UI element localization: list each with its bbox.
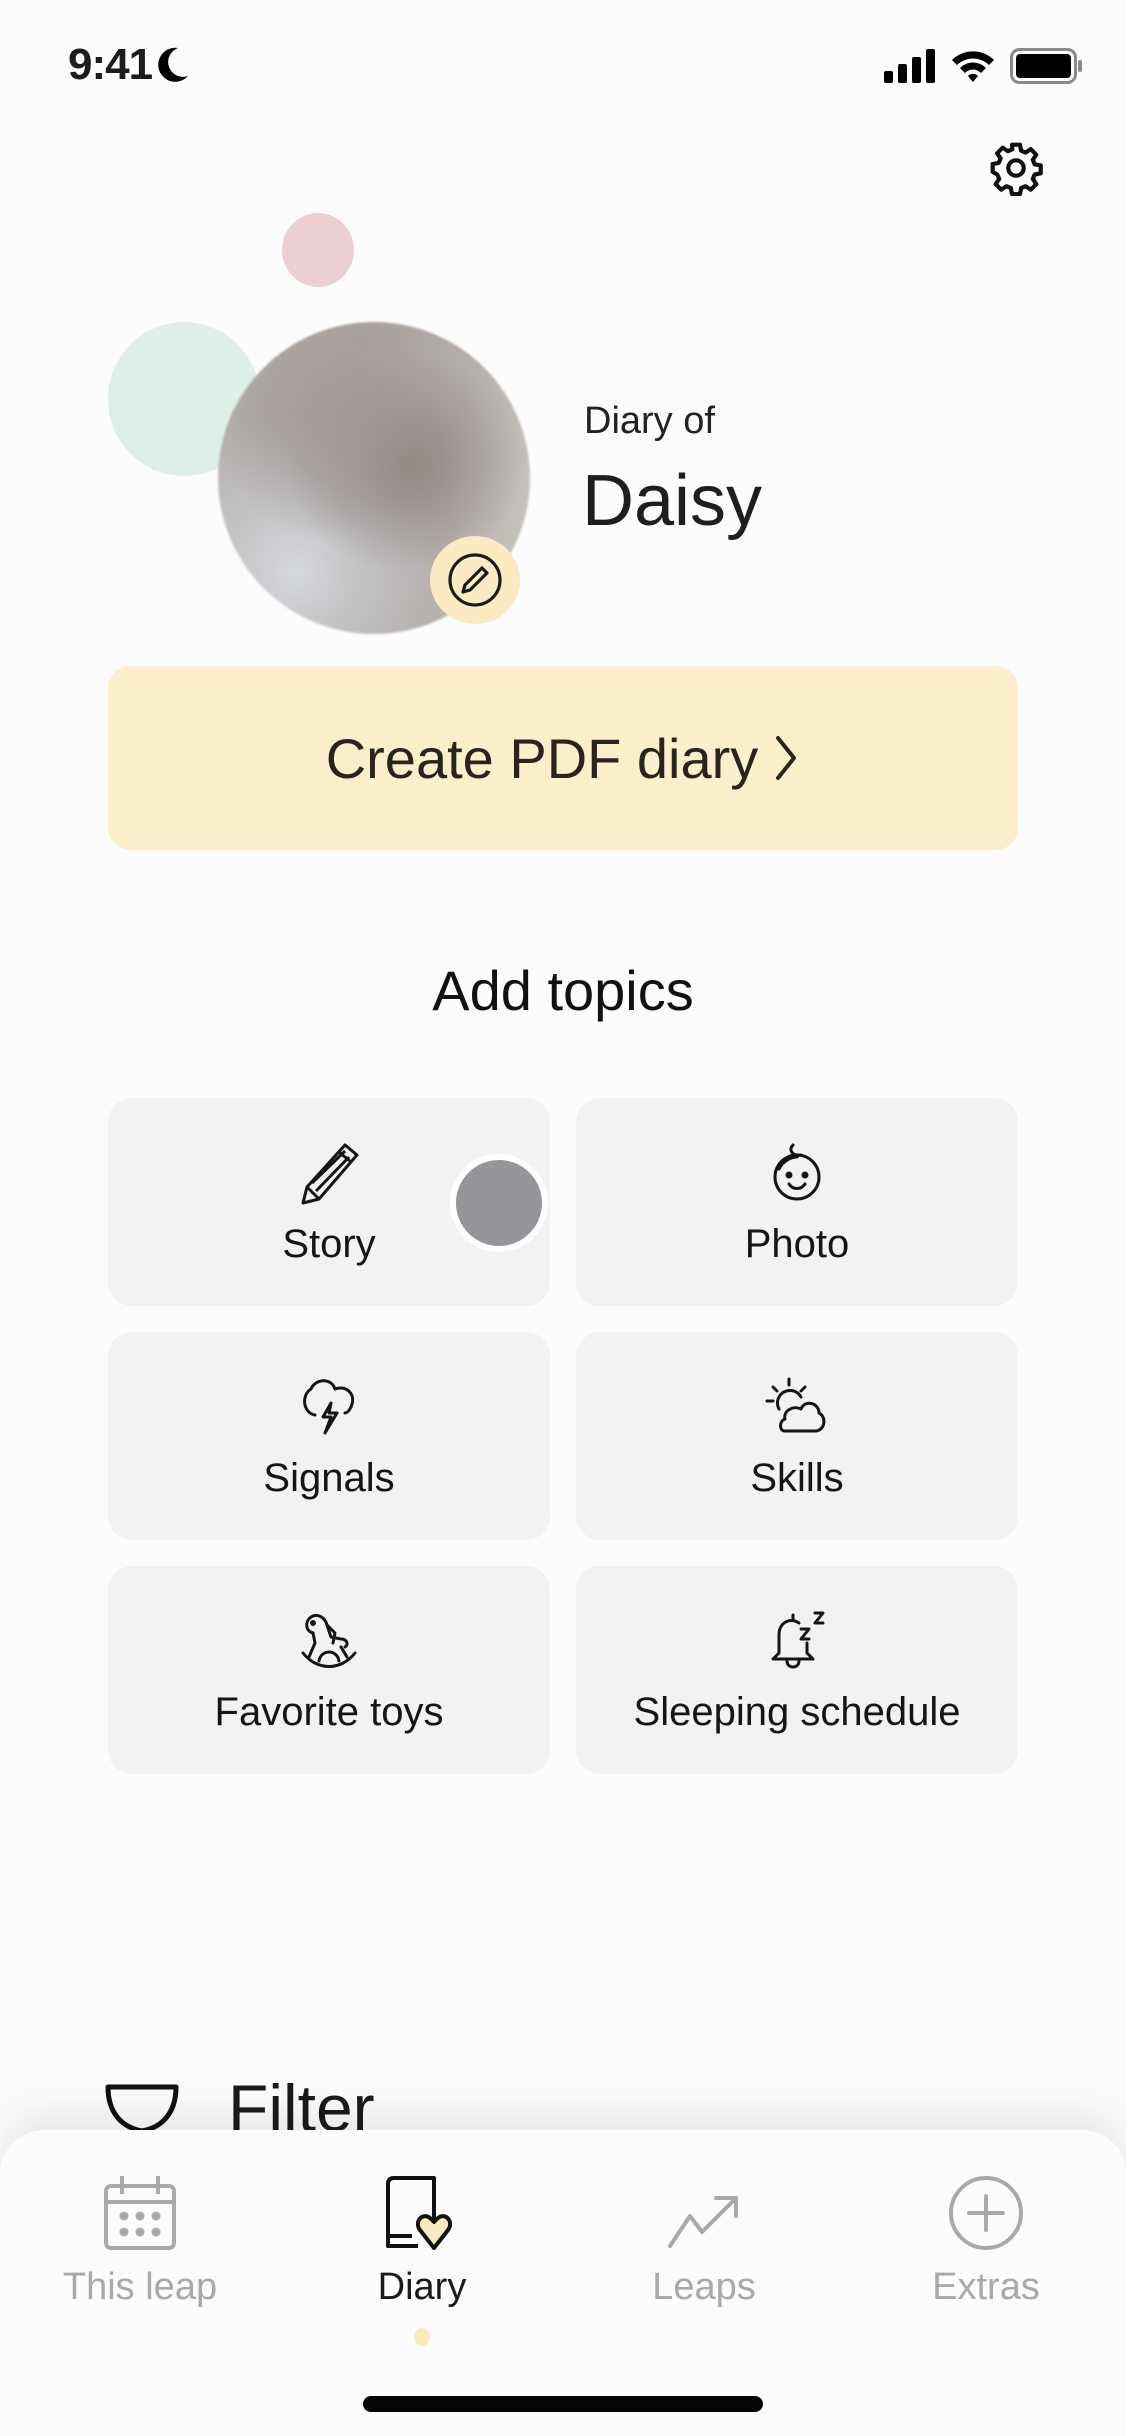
edit-avatar-button[interactable]: [430, 536, 520, 624]
create-pdf-label: Create PDF diary: [325, 726, 759, 790]
storm-cloud-icon: [303, 1379, 354, 1435]
active-tab-indicator: [414, 2328, 430, 2346]
topic-tile-skills[interactable]: Skills: [576, 1332, 1018, 1540]
bottom-tab-bar: This leap Diary Leaps Extras: [0, 2130, 1126, 2436]
topic-label: Photo: [744, 1222, 850, 1266]
tab-label: Leaps: [652, 2266, 756, 2308]
sun-cloud-icon: [765, 1377, 826, 1433]
diary-heart-icon: [386, 2176, 453, 2250]
status-bar-indicators: [884, 48, 1084, 84]
decorative-bubble-pink: [282, 213, 354, 287]
topic-label: Signals: [263, 1456, 395, 1500]
rocking-horse-icon: [301, 1613, 357, 1668]
tab-diary[interactable]: Diary: [302, 2170, 542, 2309]
topic-label: Favorite toys: [214, 1690, 444, 1734]
pencil-circle-icon: [448, 553, 502, 607]
pencil-icon: [301, 1143, 359, 1205]
diary-of-label: Diary of: [584, 400, 715, 442]
topic-tile-photo[interactable]: Photo: [576, 1098, 1018, 1306]
cellular-signal-icon: [884, 49, 935, 83]
baby-name: Daisy: [582, 461, 763, 541]
wifi-icon: [952, 51, 994, 82]
topic-label: Sleeping schedule: [633, 1690, 961, 1734]
home-indicator[interactable]: [363, 2396, 763, 2412]
gear-icon: [990, 142, 1043, 197]
topic-tile-signals[interactable]: Signals: [108, 1332, 550, 1540]
plus-circle-icon: [949, 2176, 1023, 2250]
tab-leaps[interactable]: Leaps: [584, 2170, 824, 2309]
calendar-icon: [104, 2176, 176, 2250]
touch-indicator: [450, 1154, 548, 1252]
tab-extras[interactable]: Extras: [866, 2170, 1106, 2309]
tab-this-leap[interactable]: This leap: [20, 2170, 260, 2309]
tab-label: This leap: [62, 2266, 218, 2308]
status-bar-time: 9:41: [68, 40, 190, 90]
create-pdf-diary-button[interactable]: Create PDF diary: [108, 666, 1018, 850]
chevron-right-icon: [776, 736, 797, 780]
bell-sleep-icon: [771, 1611, 825, 1669]
settings-button[interactable]: [988, 140, 1044, 197]
topic-label: Story: [282, 1222, 376, 1266]
baby-face-icon: [773, 1143, 821, 1201]
trending-up-icon: [668, 2196, 738, 2248]
moon-icon: [158, 47, 189, 82]
filter-funnel-icon: [105, 2084, 179, 2134]
tab-label: Extras: [932, 2266, 1040, 2308]
battery-icon: [1010, 48, 1082, 84]
add-topics-heading: Add topics: [432, 959, 694, 1022]
topic-tile-favorite-toys[interactable]: Favorite toys: [108, 1566, 550, 1774]
tab-label: Diary: [377, 2266, 467, 2308]
topic-tile-sleeping-schedule[interactable]: Sleeping schedule: [576, 1566, 1018, 1774]
time-label: 9:41: [68, 40, 153, 89]
topic-label: Skills: [750, 1456, 844, 1500]
